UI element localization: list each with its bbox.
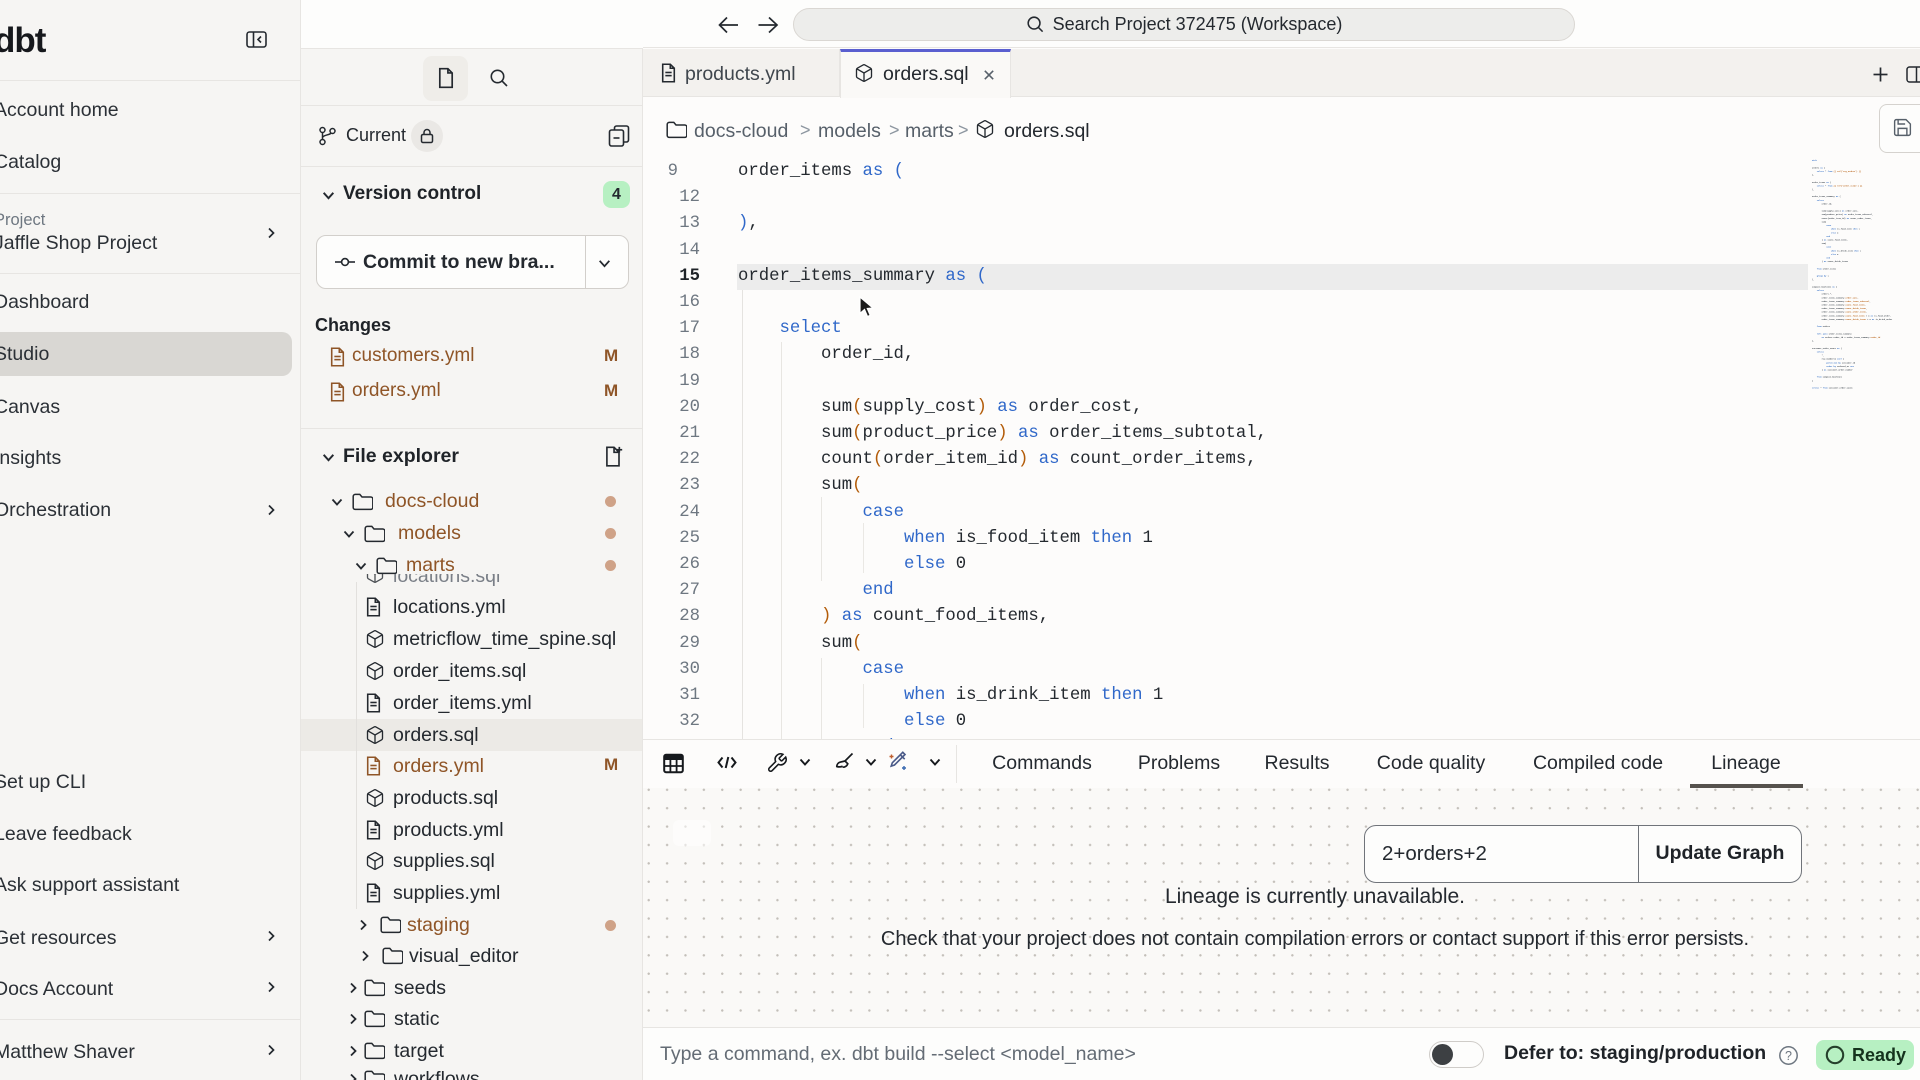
svg-text:?: ? — [1785, 1049, 1792, 1063]
